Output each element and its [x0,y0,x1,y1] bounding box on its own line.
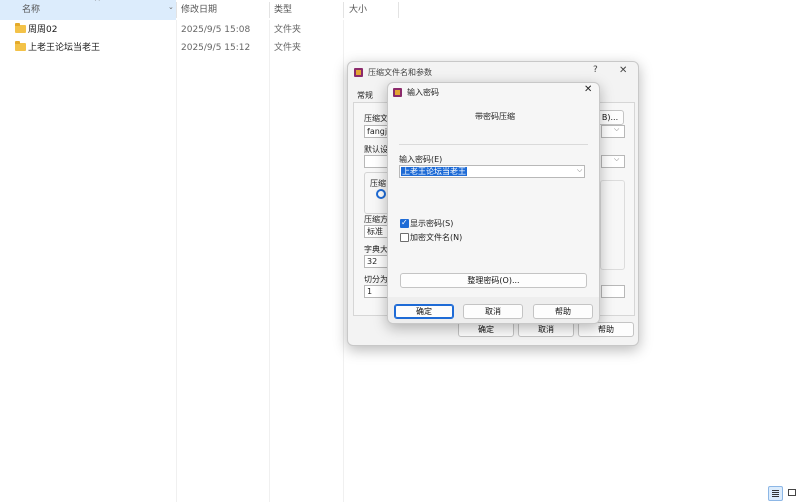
chevron-down-icon[interactable]: ⌵ [614,125,619,134]
list-item[interactable]: 周周02 2025/9/5 15:08 文件夹 [0,21,400,39]
profile-label: 默认设 [364,145,388,154]
help-button[interactable]: 帮助 [578,322,634,337]
modified-column-header[interactable]: 修改日期 [181,0,217,20]
tiles-view-button[interactable] [785,486,798,499]
split-label: 切分为 [364,275,388,284]
header-divider[interactable] [269,2,270,18]
cancel-button[interactable]: 取消 [463,304,523,319]
folder-icon [15,41,26,51]
file-date: 2025/9/5 15:08 [181,25,251,35]
ok-button[interactable]: 确定 [458,322,514,337]
update-mode-combo-tail[interactable] [601,155,625,168]
show-password-label[interactable]: 显示密码(S) [410,218,453,229]
encrypt-filenames-checkbox[interactable] [400,233,409,242]
size-column-header[interactable]: 大小 [349,0,367,20]
file-name: 周周02 [28,25,58,35]
file-type: 文件夹 [274,43,302,53]
archive-name-combo-tail[interactable] [601,125,625,138]
header-divider[interactable] [176,2,177,18]
ok-button[interactable]: 确定 [394,304,454,319]
browse-button[interactable]: B)... [596,110,624,125]
folder-icon [15,23,26,33]
winrar-icon [393,88,402,97]
file-name: 上老王论坛当老王 [28,43,101,53]
file-date: 2025/9/5 15:12 [181,43,251,53]
password-input[interactable]: 上老王论坛当老王 [399,165,585,178]
organize-passwords-button[interactable]: 整理密码(O)... [400,273,587,288]
type-column-header[interactable]: 类型 [274,0,292,20]
cancel-button[interactable]: 取消 [518,322,574,337]
password-label: 输入密码(E) [399,155,443,164]
profile-combo[interactable] [364,155,388,168]
password-value: 上老王论坛当老王 [401,167,467,176]
details-view-button[interactable] [768,486,783,501]
chevron-down-icon[interactable]: ⌄ [168,3,174,11]
help-icon[interactable]: ? [593,65,598,75]
name-column-header[interactable]: 名称 [22,0,40,20]
header-divider[interactable] [343,2,344,18]
sort-up-icon: ^ [94,0,101,6]
tiles-view-icon [788,489,796,496]
file-list-header: 名称 ^ ⌄ 修改日期 类型 大小 [0,0,800,20]
list-item[interactable]: 上老王论坛当老王 2025/9/5 15:12 文件夹 [0,39,400,57]
help-button[interactable]: 帮助 [533,304,593,319]
close-icon[interactable]: ✕ [584,84,592,95]
dialog-title: 输入密码 [407,88,439,97]
password-dialog: 输入密码 ✕ 带密码压缩 输入密码(E) 上老王论坛当老王 ⌵ 显示密码(S) … [387,82,600,324]
method-label: 压缩方 [364,215,388,224]
winrar-icon [354,68,363,77]
tab-general[interactable]: 常规 [357,90,373,101]
divider [399,144,588,145]
list-view-icon [772,490,779,491]
format-radio-selected[interactable] [376,189,386,199]
column-divider [343,20,344,502]
password-heading: 带密码压缩 [475,112,515,121]
chevron-down-icon[interactable]: ⌵ [614,155,619,164]
split-unit-combo-tail[interactable] [601,285,625,298]
archive-name-label: 压缩文 [364,114,388,123]
show-password-checkbox[interactable] [400,218,409,228]
column-divider [176,20,177,502]
dialog-title: 压缩文件名和参数 [368,68,432,77]
encrypt-filenames-label[interactable]: 加密文件名(N) [410,232,462,243]
chevron-down-icon[interactable]: ⌵ [577,166,582,175]
format-label: 压缩 [370,179,386,188]
options-group [600,180,625,270]
file-type: 文件夹 [274,25,302,35]
dictionary-label: 字典大 [364,245,388,254]
column-divider [269,20,270,502]
close-icon[interactable]: ✕ [619,65,627,76]
header-divider[interactable] [398,2,399,18]
